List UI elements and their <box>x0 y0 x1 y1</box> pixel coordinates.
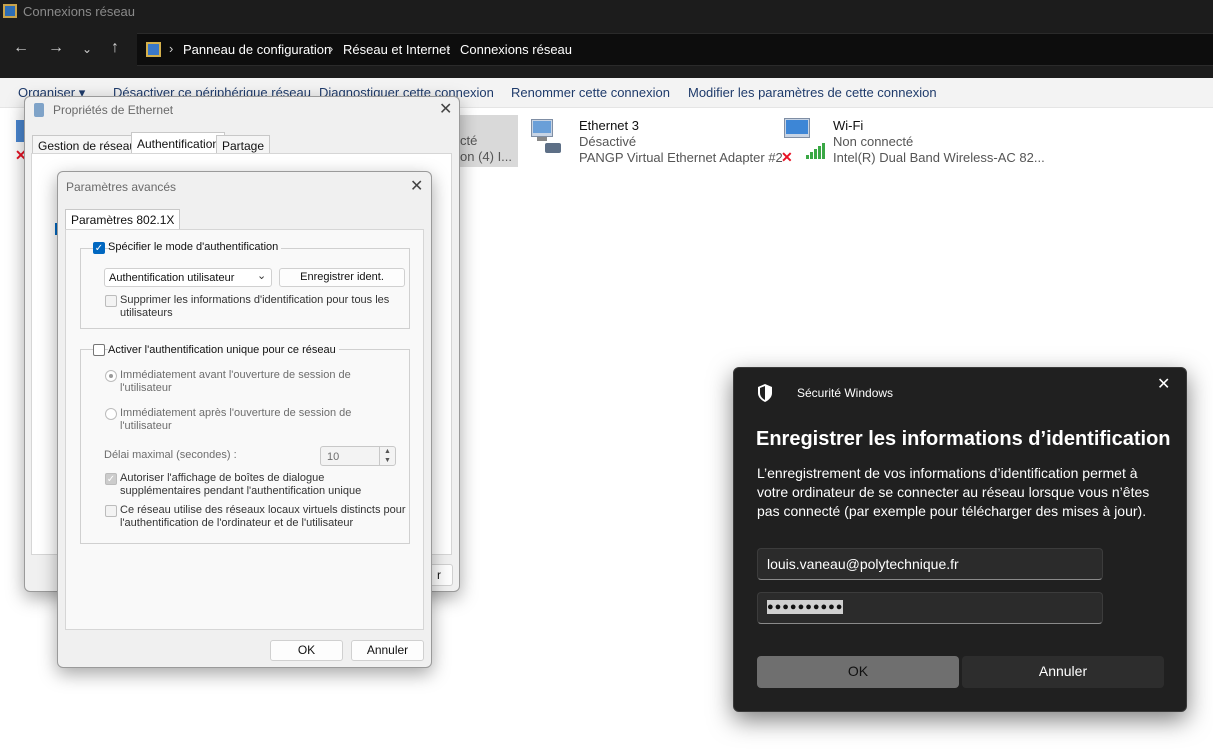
advanced-settings-dialog: Paramètres avancés ✕ Paramètres 802.1X ✓… <box>57 171 432 668</box>
sso-after-radio[interactable] <box>105 408 117 420</box>
delete-credentials-label: Supprimer les informations d'identificat… <box>120 294 390 319</box>
back-icon[interactable]: ← <box>10 39 32 57</box>
ethernet-icon <box>34 103 44 117</box>
windows-security-dialog: Sécurité Windows ✕ Enregistrer les infor… <box>733 367 1187 712</box>
network-item-ethernet3[interactable]: Ethernet 3 Désactivé PANGP Virtual Ether… <box>525 115 783 167</box>
specify-mode-checkbox[interactable]: ✓ <box>93 242 105 254</box>
cancel-button[interactable]: Annuler <box>351 640 424 661</box>
max-delay-value: 10 <box>327 451 340 463</box>
auth-mode-value: Authentification utilisateur <box>109 272 235 284</box>
auth-mode-select[interactable]: Authentification utilisateur ⌄ <box>104 268 272 287</box>
forward-icon[interactable]: → <box>45 39 67 57</box>
save-credentials-button[interactable]: Enregistrer ident. <box>279 268 405 287</box>
title-bar: Connexions réseau <box>0 0 1213 23</box>
breadcrumb-network-internet[interactable]: Réseau et Internet <box>343 42 450 57</box>
network-connections-icon <box>3 4 17 18</box>
disconnected-x-icon: ✕ <box>781 149 793 165</box>
breadcrumb-network-connections[interactable]: Connexions réseau <box>460 42 572 57</box>
network-name: Ethernet 3 <box>579 118 639 133</box>
username-value: louis.vaneau@polytechnique.fr <box>767 556 959 572</box>
chevron-right-icon: › <box>169 41 174 56</box>
dialog-title: Paramètres avancés <box>66 180 177 194</box>
vlan-label: Ce réseau utilise des réseaux locaux vir… <box>120 504 406 529</box>
allow-dialogs-label: Autoriser l'affichage de boîtes de dialo… <box>120 472 362 497</box>
close-icon[interactable]: ✕ <box>1157 374 1170 394</box>
tab-authentication[interactable]: Authentification <box>131 132 226 155</box>
signal-bars-icon <box>806 143 826 159</box>
recent-chevron-icon[interactable]: ⌄ <box>76 42 98 56</box>
specify-mode-label: Spécifier le mode d'authentification <box>108 241 282 253</box>
dialog-header: Sécurité Windows <box>797 386 894 400</box>
ok-button[interactable]: OK <box>270 640 343 661</box>
dialog-body: L’enregistrement de vos informations d’i… <box>757 465 1150 519</box>
window-title: Connexions réseau <box>23 4 136 19</box>
network-status: Non connecté <box>833 134 914 149</box>
ok-button[interactable]: OK <box>757 656 959 688</box>
chevron-right-icon: › <box>329 41 334 56</box>
delete-credentials-checkbox[interactable] <box>105 295 117 307</box>
network-adapter: Intel(R) Dual Band Wireless-AC 82... <box>833 150 1045 165</box>
network-adapter: PANGP Virtual Ethernet Adapter #2 <box>579 150 783 165</box>
password-field[interactable]: ●●●●●●●●●● <box>757 592 1103 624</box>
sso-enable-checkbox[interactable] <box>93 344 105 356</box>
sso-after-label: Immédiatement après l'ouverture de sessi… <box>120 407 352 432</box>
password-mask: ●●●●●●●●●● <box>767 600 844 614</box>
cancel-button[interactable]: Annuler <box>962 656 1164 688</box>
up-icon[interactable]: ↑ <box>104 39 126 57</box>
close-icon[interactable]: ✕ <box>410 176 423 196</box>
chevron-right-icon: › <box>446 41 451 56</box>
network-adapter: on (4) I... <box>460 149 513 164</box>
network-item-wifi[interactable]: ✕ Wi-Fi Non connecté Intel(R) Dual Band … <box>778 115 1045 167</box>
max-delay-label: Délai maximal (secondes) : <box>104 449 237 461</box>
stepper-arrows-icon[interactable]: ▲ ▼ <box>379 447 395 465</box>
network-name: Wi-Fi <box>833 118 864 133</box>
dialog-title: Enregistrer les informations d’identific… <box>756 428 1171 450</box>
modify-settings-button[interactable]: Modifier les paramètres de cette connexi… <box>688 85 937 100</box>
address-bar[interactable]: › Panneau de configuration › Réseau et I… <box>137 33 1213 66</box>
sso-before-label: Immédiatement avant l'ouverture de sessi… <box>120 369 351 394</box>
vlan-checkbox[interactable] <box>105 505 117 517</box>
sso-enable-label: Activer l'authentification unique pour c… <box>108 344 339 356</box>
control-panel-icon <box>146 42 161 57</box>
allow-dialogs-checkbox[interactable]: ✓ <box>105 473 117 485</box>
rename-connection-button[interactable]: Renommer cette connexion <box>511 85 670 100</box>
tab-8021x[interactable]: Paramètres 802.1X <box>65 209 181 231</box>
close-icon[interactable]: ✕ <box>439 99 452 119</box>
breadcrumb-control-panel[interactable]: Panneau de configuration <box>183 42 331 57</box>
shield-icon <box>756 383 774 403</box>
network-status: Désactivé <box>579 134 637 149</box>
network-status: cté <box>460 133 478 148</box>
chevron-down-icon: ⌄ <box>257 270 267 282</box>
username-field[interactable]: louis.vaneau@polytechnique.fr <box>757 548 1103 580</box>
sso-before-radio[interactable] <box>105 370 117 382</box>
ethernet-adapter-icon <box>527 119 561 153</box>
dialog-title: Propriétés de Ethernet <box>53 103 174 117</box>
max-delay-stepper[interactable]: 10 ▲ ▼ <box>320 446 396 466</box>
